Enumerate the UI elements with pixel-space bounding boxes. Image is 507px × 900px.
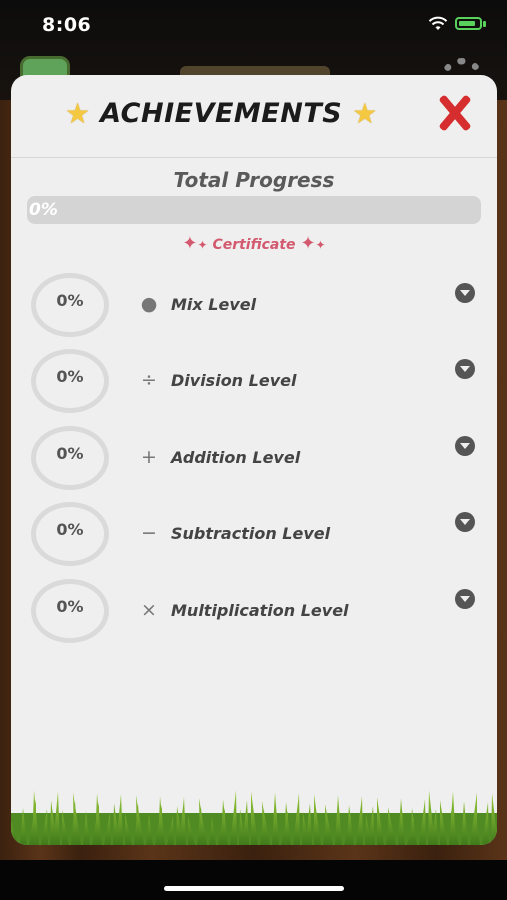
total-progress-label: Total Progress [173,168,335,192]
level-label: Mix Level [171,295,257,314]
chevron-down-icon[interactable] [455,512,475,532]
title-wrap: ★ ACHIEVEMENTS ★ [65,97,377,130]
wifi-icon [428,16,448,30]
chevron-down-icon[interactable] [455,283,475,303]
certificate-button[interactable]: ✦✦ Certificate ✦✦ [11,233,497,254]
sparkle-icon: ✦ [300,233,316,254]
battery-icon [455,17,482,30]
chevron-down-icon[interactable] [455,436,475,456]
chevron-down-icon[interactable] [455,589,475,609]
level-row-mix[interactable]: 0% ● Mix Level [11,273,497,343]
level-percent: 0% [56,597,84,616]
level-label: Division Level [171,371,297,390]
level-label: Multiplication Level [171,601,349,620]
multiply-icon: × [141,599,157,621]
minus-icon: − [141,522,157,544]
chevron-down-icon[interactable] [455,359,475,379]
close-button[interactable] [435,94,473,132]
level-percent: 0% [56,367,84,386]
sparkle-icon: ✦ [197,238,208,252]
division-icon: ÷ [141,369,157,391]
star-icon: ★ [65,97,91,130]
level-percent: 0% [56,291,84,310]
total-progress-text: 0% [29,200,58,220]
home-indicator [164,886,344,891]
sparkle-icon: ✦ [315,238,326,252]
level-row-division[interactable]: 0% ÷ Division Level [11,349,497,419]
level-percent: 0% [56,520,84,539]
grass-decoration [11,790,497,845]
achievements-modal: ★ ACHIEVEMENTS ★ Total Progress 0% ✦✦ Ce… [11,75,497,845]
background-bottom [0,860,507,900]
level-label: Subtraction Level [171,524,331,543]
level-percent: 0% [56,444,84,463]
level-row-addition[interactable]: 0% + Addition Level [11,426,497,496]
certificate-label: Certificate [212,237,296,253]
status-bar: 8:06 [0,0,507,52]
status-time: 8:06 [42,14,92,36]
sparkle-icon: ✦ [182,233,198,254]
circle-icon: ● [140,293,158,315]
level-row-subtraction[interactable]: 0% − Subtraction Level [11,502,497,572]
modal-header: ★ ACHIEVEMENTS ★ [11,75,497,158]
star-icon: ★ [352,97,378,130]
total-progress-bar: 0% [27,196,481,224]
level-label: Addition Level [171,448,301,467]
plus-icon: + [141,446,157,468]
modal-title: ACHIEVEMENTS [100,98,343,129]
battery-tip [483,21,486,27]
level-row-multiplication[interactable]: 0% × Multiplication Level [11,579,497,649]
